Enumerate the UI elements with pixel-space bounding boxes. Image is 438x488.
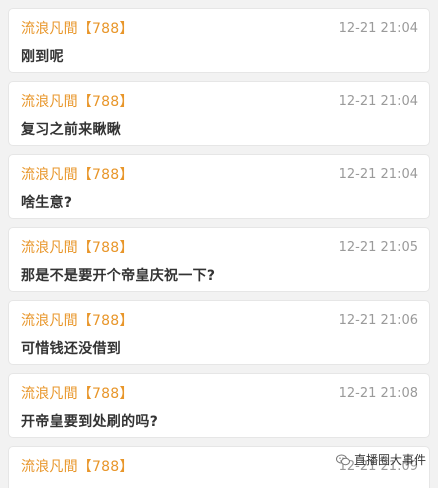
- message-card: 流浪凡間【788】 12-21 21:04 复习之前来瞅瞅: [8, 81, 430, 146]
- message-card: 流浪凡間【788】 12-21 21:08 开帝皇要到处刷的吗?: [8, 373, 430, 438]
- message-text: 可惜钱还没借到: [21, 341, 122, 357]
- message-header: 流浪凡間【788】 12-21 21:08: [21, 383, 418, 403]
- message-text: 复习之前来瞅瞅: [21, 122, 122, 138]
- message-header: 流浪凡間【788】 12-21 21:04: [21, 91, 418, 111]
- username[interactable]: 流浪凡間【788】: [21, 456, 134, 476]
- username[interactable]: 流浪凡間【788】: [21, 91, 134, 111]
- message-card: 流浪凡間【788】 12-21 21:04 刚到呢: [8, 8, 430, 73]
- message-card: 流浪凡間【788】 12-21 21:04 啥生意?: [8, 154, 430, 219]
- username[interactable]: 流浪凡間【788】: [21, 237, 134, 257]
- message-header: 流浪凡間【788】 12-21 21:05: [21, 237, 418, 257]
- message-header: 流浪凡間【788】 12-21 21:04: [21, 164, 418, 184]
- message-header: 流浪凡間【788】 12-21 21:06: [21, 310, 418, 330]
- message-card: 流浪凡間【788】 12-21 21:06 可惜钱还没借到: [8, 300, 430, 365]
- username[interactable]: 流浪凡間【788】: [21, 164, 134, 184]
- message-text: 开帝皇要到处刷的吗?: [21, 414, 159, 430]
- timestamp: 12-21 21:08: [338, 385, 418, 401]
- timestamp: 12-21 21:05: [338, 239, 418, 255]
- timestamp: 12-21 21:04: [338, 166, 418, 182]
- username[interactable]: 流浪凡間【788】: [21, 383, 134, 403]
- timestamp: 12-21 21:04: [338, 93, 418, 109]
- message-header: 流浪凡間【788】 12-21 21:04: [21, 18, 418, 38]
- watermark-text: 直播圈大事件: [353, 453, 426, 467]
- username[interactable]: 流浪凡間【788】: [21, 310, 134, 330]
- message-card: 流浪凡間【788】 12-21 21:05 那是不是要开个帝皇庆祝一下?: [8, 227, 430, 292]
- timestamp: 12-21 21:06: [338, 312, 418, 328]
- message-text: 啥生意?: [21, 195, 73, 211]
- wechat-icon: [335, 454, 350, 465]
- timestamp: 12-21 21:04: [338, 20, 418, 36]
- username[interactable]: 流浪凡間【788】: [21, 18, 134, 38]
- message-feed: 流浪凡間【788】 12-21 21:04 刚到呢 流浪凡間【788】 12-2…: [0, 0, 438, 488]
- watermark: 直播圈大事件: [335, 451, 426, 468]
- message-text: 刚到呢: [21, 49, 64, 65]
- message-text: 那是不是要开个帝皇庆祝一下?: [21, 268, 216, 284]
